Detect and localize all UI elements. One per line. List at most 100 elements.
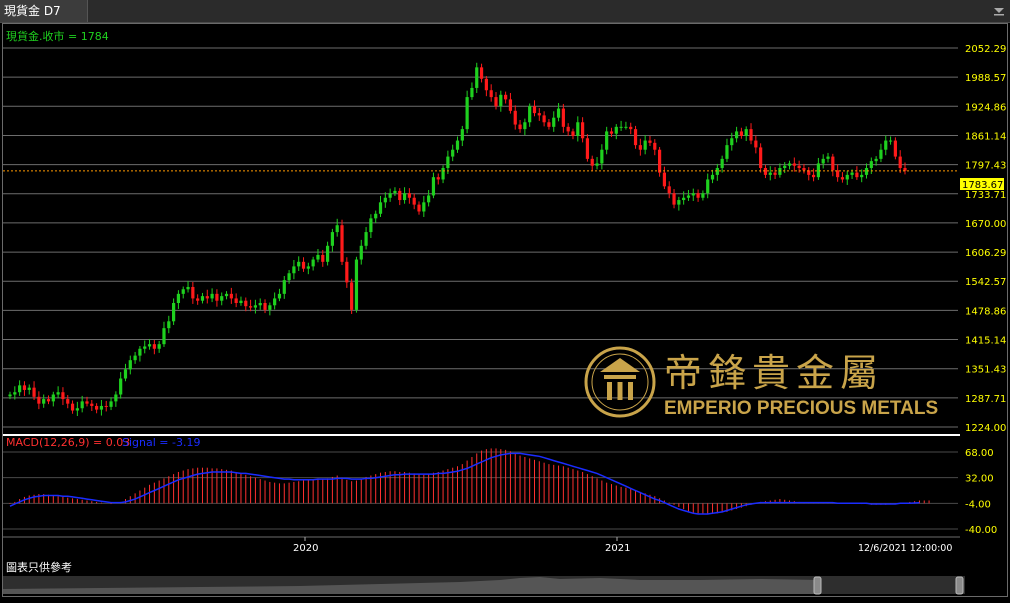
candle-body [200, 296, 205, 301]
candle-body [879, 149, 883, 159]
candle-body [590, 158, 594, 166]
price-legend: 現貨金.收市 = 1784 [6, 29, 109, 43]
price-tick-label: 1988.57 [965, 73, 1006, 84]
candle-body [720, 158, 724, 169]
candle-body [845, 174, 849, 180]
candle-body [374, 213, 378, 219]
macd-tick-label: -4.00 [965, 499, 991, 510]
candle-body [176, 293, 181, 303]
candle-body [90, 403, 94, 406]
candle-body [797, 165, 801, 169]
candle-body [99, 405, 104, 410]
candle-body [56, 392, 60, 395]
candle-body [754, 140, 758, 148]
candle-body [460, 129, 464, 141]
chart-canvas[interactable]: 2052.29 1988.57 1924.86 1861.14 1797.43 1733.… [0, 0, 1010, 603]
candle-body [162, 328, 166, 345]
candle-body [884, 140, 888, 150]
candle-body [393, 190, 397, 194]
macd-tick-label: -40.00 [965, 525, 997, 536]
candle-body [730, 138, 734, 146]
candle-body [388, 193, 392, 198]
candle-body [383, 197, 387, 203]
candle-body [696, 193, 700, 198]
candle-body [643, 140, 647, 150]
candle-body [239, 300, 243, 303]
candle-body [475, 67, 479, 88]
watermark-chinese: 帝鋒貴金屬 [664, 351, 884, 395]
candle-body [402, 193, 407, 201]
candle-body [224, 293, 229, 297]
candle-body [152, 344, 156, 349]
candle-body [633, 129, 638, 146]
candle-body [489, 90, 493, 98]
candle-body [157, 344, 161, 349]
candle-body [552, 117, 556, 127]
candle-body [133, 355, 137, 361]
macd-tick-label: 32.00 [965, 474, 994, 485]
candle-body [75, 408, 79, 411]
price-tick-label: 1797.43 [965, 161, 1006, 172]
navigator-handle-right [955, 576, 964, 595]
price-tick-label: 1415.14 [965, 336, 1006, 347]
candle-body [248, 306, 253, 308]
candle-body [292, 266, 296, 274]
candle-body [523, 122, 527, 130]
candle-body [759, 147, 763, 169]
candle-body [648, 140, 652, 143]
price-tick-label: 1606.29 [965, 248, 1006, 259]
candle-body [181, 289, 185, 294]
cursor-date-label: 12/6/2021 12:00:00 [858, 543, 952, 554]
candle-body [893, 140, 897, 157]
candle-body [451, 149, 455, 157]
candle-body [196, 298, 200, 301]
candle-body [821, 158, 825, 164]
candle-body [287, 273, 291, 281]
candle-body [147, 344, 152, 347]
candle-body [581, 122, 585, 139]
candle-body [619, 126, 623, 128]
candle-body [446, 156, 450, 169]
candle-body [499, 94, 503, 107]
candle-body [888, 140, 893, 142]
candle-body [855, 172, 859, 178]
price-axis: 2052.29 1988.57 1924.86 1861.14 1797.43 1733.… [965, 44, 1006, 536]
candle-body [32, 387, 36, 397]
candle-body [321, 254, 325, 262]
candle-body [422, 202, 426, 212]
candle-body [532, 106, 537, 114]
candle-body [244, 300, 248, 307]
macd-histogram [9, 448, 930, 515]
candle-body [585, 138, 590, 159]
candle-body [210, 293, 214, 299]
price-tick-label: 1670.00 [965, 219, 1006, 230]
candle-body [378, 202, 383, 214]
candle-body [427, 195, 431, 203]
candle-body [191, 286, 195, 299]
candle-body [874, 158, 878, 162]
candle-body [407, 193, 411, 198]
candle-body [556, 108, 561, 118]
candle-body [364, 232, 368, 246]
candle-body [571, 131, 575, 136]
disclaimer-text: 圖表只供參考 [6, 560, 72, 574]
price-tick-label: 1733.71 [965, 190, 1006, 201]
navigator-scrollbar[interactable] [3, 576, 965, 595]
candle-body [657, 149, 662, 173]
candle-body [701, 193, 705, 198]
candle-body [576, 122, 580, 136]
candle-body [359, 245, 363, 260]
navigator-handle-left [813, 576, 822, 595]
candle-body [311, 259, 315, 267]
macd-tick-label: 68.00 [965, 448, 994, 459]
candle-body [869, 161, 873, 169]
candle-body [18, 385, 22, 393]
price-tick-label: 1287.71 [965, 394, 1006, 405]
candle-body [850, 172, 854, 175]
candle-body [455, 140, 460, 150]
candle-body [898, 156, 902, 169]
x-tick-label: 2020 [293, 543, 318, 554]
candle-body [436, 177, 440, 180]
candle-body [715, 168, 719, 175]
candle-body [778, 168, 782, 175]
